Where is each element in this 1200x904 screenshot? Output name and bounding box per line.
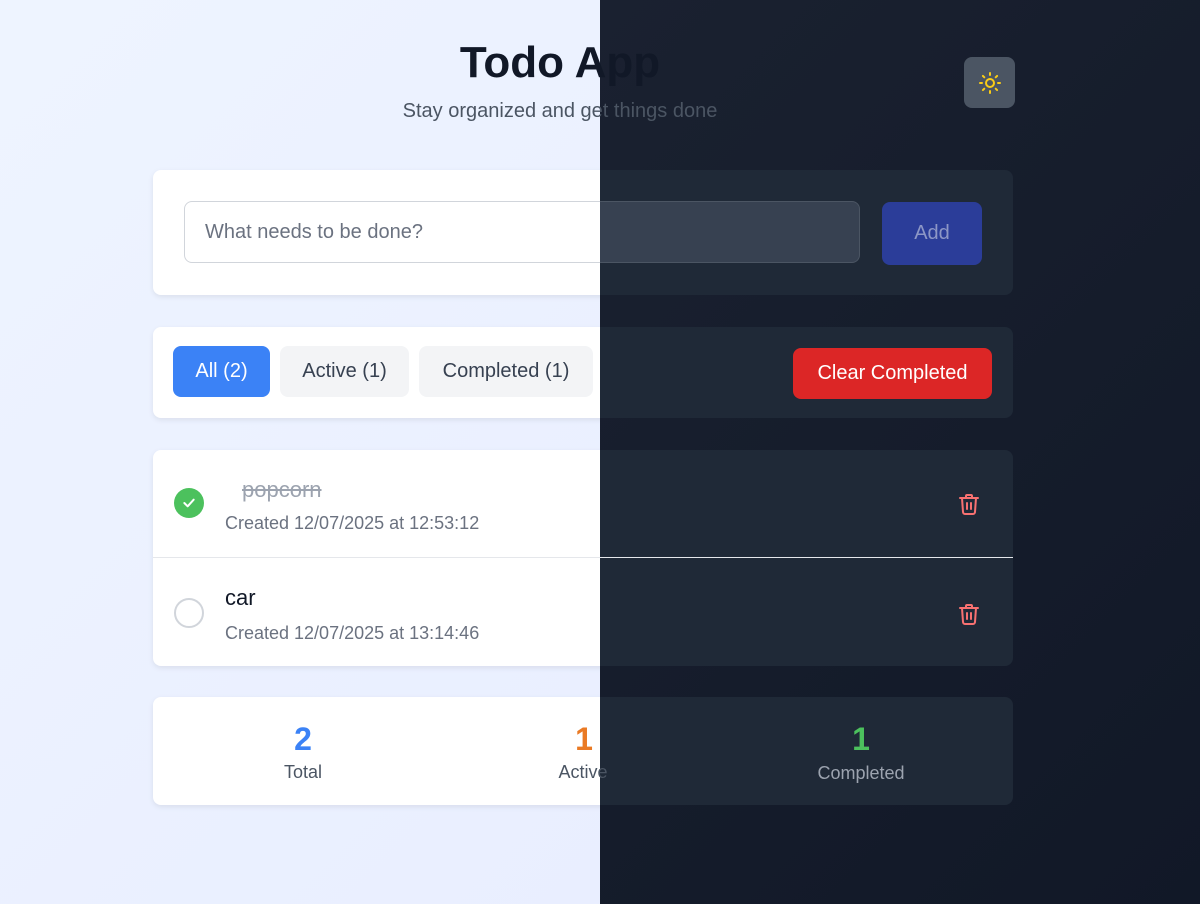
stat-completed-label: Completed	[817, 763, 905, 783]
todo-list-dark	[600, 450, 1013, 666]
trash-icon[interactable]	[957, 602, 981, 626]
todo-created-time: Created 12/07/2025 at 13:14:46	[225, 623, 480, 643]
todo-text[interactable]: car	[225, 585, 256, 611]
theme-toggle-button[interactable]	[964, 57, 1015, 108]
filter-all-button[interactable]: All (2)	[173, 346, 270, 397]
page-subtitle: Stay organized and get things done	[402, 100, 718, 122]
todo-input-placeholder: What needs to be done?	[205, 220, 423, 243]
stat-completed-value: 1	[852, 721, 870, 757]
stat-active-label: Active	[558, 762, 608, 782]
add-button[interactable]: Add	[882, 202, 982, 265]
todo-checkbox-checked[interactable]	[174, 488, 204, 518]
stat-total-value: 2	[294, 721, 312, 757]
row-divider	[153, 557, 1013, 558]
todo-text[interactable]: popcorn	[242, 477, 322, 503]
stat-active-value: 1	[575, 721, 593, 757]
todo-input-dark	[600, 201, 860, 263]
filter-active-button[interactable]: Active (1)	[280, 346, 409, 397]
sun-icon	[978, 71, 1001, 94]
clear-completed-button[interactable]: Clear Completed	[793, 348, 992, 399]
page-title: Todo App	[459, 38, 661, 87]
filter-completed-button[interactable]: Completed (1)	[419, 346, 593, 397]
todo-checkbox[interactable]	[174, 598, 204, 628]
stat-total-label: Total	[283, 762, 323, 782]
check-icon	[183, 498, 195, 508]
trash-icon[interactable]	[957, 492, 981, 516]
todo-created-time: Created 12/07/2025 at 12:53:12	[225, 513, 480, 533]
